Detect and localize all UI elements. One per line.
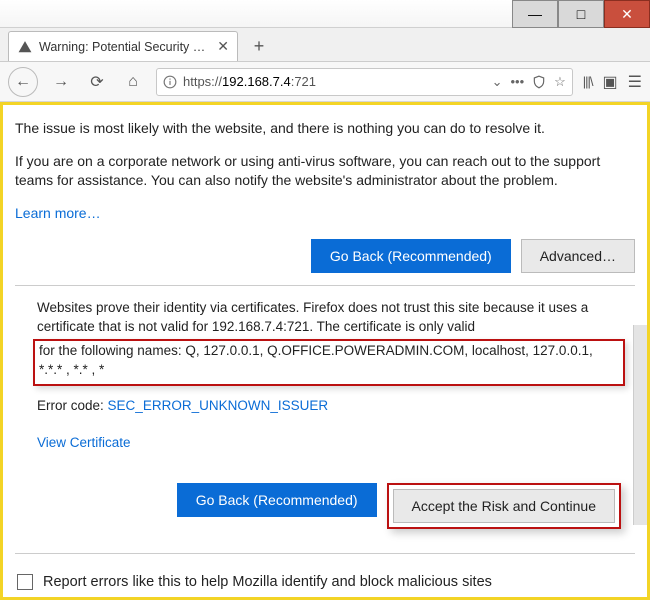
window-minimize-button[interactable]: — <box>512 0 558 28</box>
report-errors-checkbox[interactable] <box>17 574 33 590</box>
issue-text: The issue is most likely with the websit… <box>15 119 635 138</box>
shield-icon[interactable] <box>532 75 546 89</box>
go-back-button[interactable]: Go Back (Recommended) <box>311 239 511 273</box>
report-errors-label: Report errors like this to help Mozilla … <box>43 574 492 590</box>
url-dropdown-icon[interactable]: ⌄ <box>492 74 503 90</box>
highlighted-cert-names: for the following names: Q, 127.0.0.1, Q… <box>33 339 625 386</box>
error-code-value[interactable]: SEC_ERROR_UNKNOWN_ISSUER <box>108 398 329 413</box>
cert-valid-names: for the following names: Q, 127.0.0.1, Q… <box>39 341 619 380</box>
page-content-frame: The issue is most likely with the websit… <box>0 102 650 600</box>
forward-button[interactable]: → <box>48 69 74 95</box>
menu-icon[interactable]: ☰ <box>628 72 642 92</box>
certificate-details: Websites prove their identity via certif… <box>15 298 635 529</box>
accept-risk-button[interactable]: Accept the Risk and Continue <box>393 489 615 523</box>
url-text: https://192.168.7.4:721 <box>183 74 486 89</box>
back-button[interactable]: ← <box>8 67 38 97</box>
window-close-button[interactable]: ✕ <box>604 0 650 28</box>
sidebar-icon[interactable]: ▣ <box>603 72 618 92</box>
urlbar-right-icons: ⌄ ••• ☆ <box>492 74 566 90</box>
bookmark-star-icon[interactable]: ☆ <box>554 74 566 90</box>
site-info-icon[interactable] <box>163 75 177 89</box>
advice-text: If you are on a corporate network or usi… <box>15 152 635 190</box>
error-code-row: Error code: SEC_ERROR_UNKNOWN_ISSUER <box>37 396 621 416</box>
error-code-label: Error code: <box>37 398 104 413</box>
security-warning-page: The issue is most likely with the websit… <box>3 105 647 600</box>
learn-more-link[interactable]: Learn more… <box>15 205 101 221</box>
view-certificate-link[interactable]: View Certificate <box>37 433 131 453</box>
tab-strip: Warning: Potential Security Risk ✕ + <box>0 28 650 62</box>
scrollbar[interactable] <box>633 325 647 525</box>
go-back-button-2[interactable]: Go Back (Recommended) <box>177 483 377 517</box>
window-titlebar: — □ ✕ <box>0 0 650 28</box>
toolbar-right: |||\ ▣ ☰ <box>583 72 642 92</box>
navigation-toolbar: ← → ⟳ ⌂ https://192.168.7.4:721 ⌄ ••• ☆ … <box>0 62 650 102</box>
library-icon[interactable]: |||\ <box>583 74 593 89</box>
window-maximize-button[interactable]: □ <box>558 0 604 28</box>
advanced-button[interactable]: Advanced… <box>521 239 635 273</box>
reload-button[interactable]: ⟳ <box>84 69 110 95</box>
warning-icon <box>17 39 33 55</box>
page-actions-icon[interactable]: ••• <box>510 74 524 89</box>
primary-button-row: Go Back (Recommended) Advanced… <box>15 239 635 273</box>
home-button[interactable]: ⌂ <box>120 69 146 95</box>
accept-risk-highlight: Accept the Risk and Continue <box>387 483 621 529</box>
new-tab-button[interactable]: + <box>244 31 274 61</box>
cert-explain-line1: Websites prove their identity via certif… <box>37 298 621 337</box>
tab-close-icon[interactable]: ✕ <box>217 38 229 55</box>
tab-title: Warning: Potential Security Risk <box>39 40 211 54</box>
address-bar[interactable]: https://192.168.7.4:721 ⌄ ••• ☆ <box>156 68 573 96</box>
secondary-button-row: Go Back (Recommended) Accept the Risk an… <box>37 483 621 529</box>
browser-tab[interactable]: Warning: Potential Security Risk ✕ <box>8 31 238 61</box>
report-errors-row: Report errors like this to help Mozilla … <box>15 566 635 598</box>
section-divider-2 <box>15 553 635 554</box>
section-divider <box>15 285 635 286</box>
